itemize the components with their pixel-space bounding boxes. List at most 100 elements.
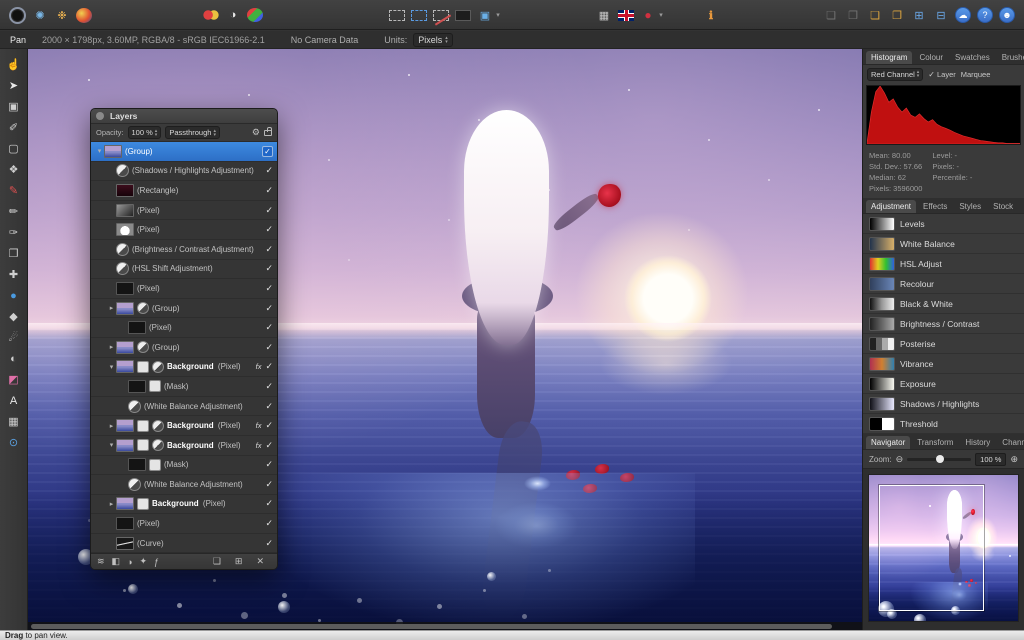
selection-replace-icon[interactable] [389,10,405,21]
selection-subtract-icon[interactable] [433,10,449,21]
marquee-checkbox[interactable]: Marquee [961,70,991,79]
layer-adj-thumbnail[interactable] [137,341,149,353]
layer-visibility-checkbox[interactable] [265,361,273,372]
layer-row[interactable]: (Mask) [91,456,277,476]
persona-liquify-icon[interactable]: ❉ [54,6,70,24]
zoom-slider-thumb[interactable] [936,455,944,463]
tab-histogram[interactable]: Histogram [866,51,912,64]
adjustment-item[interactable]: Exposure [863,374,1024,394]
layer-thumbnail[interactable] [128,321,146,334]
layer-row[interactable]: (Pixel) [91,514,277,534]
flood-select-tool-icon[interactable]: ❖ [1,159,27,180]
adjustment-item[interactable]: Shadows / Highlights [863,394,1024,414]
pixel-grid-icon[interactable]: ▦ [596,6,612,24]
language-flag-icon[interactable] [618,10,634,21]
disclosure-right-icon[interactable] [107,422,116,430]
hub-icon[interactable]: ☁ [955,7,971,23]
layer-visibility-checkbox[interactable] [265,538,273,549]
help-icon[interactable]: ? [977,7,993,23]
layer-thumbnail[interactable] [128,478,141,491]
layer-thumbnail[interactable] [116,204,134,217]
selection-add-icon[interactable] [411,10,427,21]
layer-row[interactable]: (Pixel) [91,318,277,338]
layer-adj-thumbnail[interactable] [137,302,149,314]
arrange-back-icon[interactable]: ❏ [823,6,839,24]
layer-row[interactable]: (Pixel) [91,220,277,240]
blur-tool-icon[interactable]: ● [1,285,27,306]
layer-visibility-checkbox[interactable] [265,244,273,255]
layer-thumbnail[interactable] [116,262,129,275]
layer-row[interactable]: (Rectangle) [91,181,277,201]
colour-format-icon[interactable] [203,9,219,21]
zoom-slider[interactable] [907,458,971,461]
layer-adj-thumbnail[interactable] [152,361,164,373]
tab-swatches[interactable]: Swatches [950,51,995,64]
layer-thumbnail[interactable] [128,380,146,393]
layer-fx-icon[interactable] [256,441,262,450]
layer-thumbnail[interactable] [116,282,134,295]
channel-dropdown[interactable]: Red Channel [867,68,923,81]
adjustment-item[interactable]: White Balance [863,234,1024,254]
layer-row[interactable]: (Group) [91,142,277,162]
tab-brushes[interactable]: Brushes [997,51,1024,64]
disclosure-right-icon[interactable] [107,343,116,351]
layer-visibility-checkbox[interactable] [265,342,273,353]
layer-row[interactable]: Background (Pixel) [91,436,277,456]
layer-fx-icon[interactable] [256,421,262,430]
quick-mask-icon[interactable] [455,10,471,21]
scrollbar-thumb[interactable] [31,624,832,629]
layer-visibility-checkbox[interactable] [265,518,273,529]
layer-row[interactable]: (White Balance Adjustment) [91,397,277,417]
layers-panel-header[interactable]: Layers [91,109,277,124]
crop-tool-icon[interactable]: ▣ [1,96,27,117]
blend-ranges-icon[interactable]: ≋ [97,556,105,567]
pixel-brush-tool-icon[interactable]: ✑ [1,222,27,243]
layer-checkbox[interactable]: Layer [928,70,955,79]
layer-mask-thumbnail[interactable] [137,498,149,510]
adjustment-item[interactable]: Threshold [863,414,1024,434]
layer-visibility-checkbox[interactable] [265,479,273,490]
lock-icon[interactable] [264,130,272,136]
insert-behind-icon[interactable]: ⊟ [933,6,949,24]
snapping-icon[interactable]: ▣ [477,6,493,24]
layer-row[interactable]: (Pixel) [91,279,277,299]
blend-mode-dropdown[interactable]: Passthrough [165,126,220,139]
layer-thumbnail[interactable] [116,184,134,197]
tab-effects[interactable]: Effects [918,200,952,213]
layer-visibility-checkbox[interactable] [265,205,273,216]
assistant-icon[interactable]: ℹ [703,6,719,24]
layer-visibility-checkbox[interactable] [265,459,273,470]
layer-row[interactable]: (Brightness / Contrast Adjustment) [91,240,277,260]
layer-row[interactable]: (Group) [91,338,277,358]
close-icon[interactable] [96,112,104,120]
layer-visibility-checkbox[interactable] [265,224,273,235]
layer-thumbnail[interactable] [116,164,129,177]
layer-visibility-checkbox[interactable] [265,498,273,509]
layer-thumbnail[interactable] [116,419,134,432]
layer-visibility-checkbox[interactable] [265,185,273,196]
layer-thumbnail[interactable] [116,243,129,256]
gear-icon[interactable] [252,127,260,138]
canvas-viewport[interactable]: Layers Opacity: 100 % Passthrough (Group… [28,49,862,630]
layer-thumbnail[interactable] [116,439,134,452]
layer-row[interactable]: (Group) [91,299,277,319]
layer-thumbnail[interactable] [116,360,134,373]
adjustment-item[interactable]: Posterise [863,334,1024,354]
remove-layer-icon[interactable]: ✕ [256,556,264,567]
layer-adj-thumbnail[interactable] [152,439,164,451]
tab-adjustment[interactable]: Adjustment [866,200,916,213]
persona-photo-icon[interactable]: ✺ [32,6,48,24]
text-tool-icon[interactable]: A [1,390,27,411]
layer-thumbnail[interactable] [104,145,122,158]
layer-visibility-checkbox[interactable] [265,303,273,314]
tab-styles[interactable]: Styles [954,200,986,213]
paint-brush-tool-icon[interactable]: ✎ [1,180,27,201]
mesh-warp-tool-icon[interactable]: ▦ [1,411,27,432]
layer-row[interactable]: Background (Pixel) [91,416,277,436]
adjustment-item[interactable]: Black & White [863,294,1024,314]
move-forward-icon[interactable]: ❏ [867,6,883,24]
arrange-front-icon[interactable]: ❐ [845,6,861,24]
tab-channels[interactable]: Channels [997,436,1024,449]
layer-visibility-checkbox[interactable] [265,165,273,176]
move-backward-icon[interactable]: ❐ [889,6,905,24]
